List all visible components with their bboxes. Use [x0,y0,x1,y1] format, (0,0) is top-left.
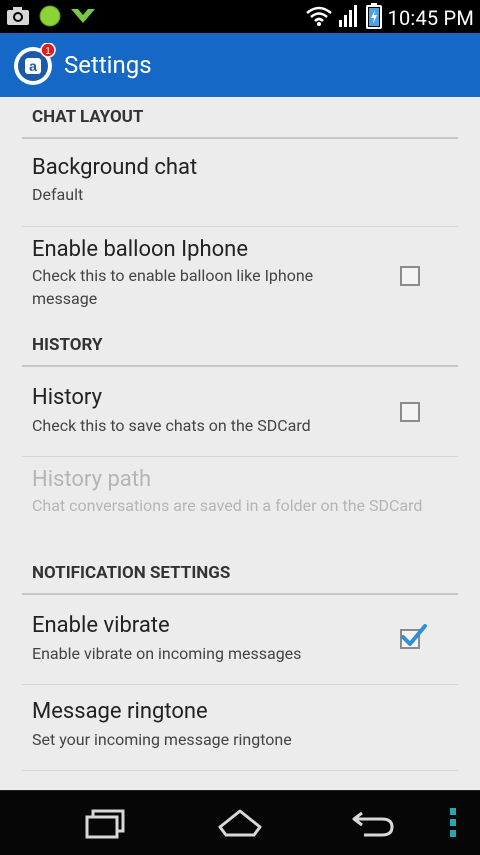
battery-charging-icon [365,3,382,33]
action-bar: a 1 Settings [0,33,480,97]
checkmark-icon [401,624,427,646]
pref-summary: Default [32,185,84,204]
pref-summary: Set your incoming message ringtone [32,730,292,749]
pref-summary: Check this to enable balloon like Iphone… [32,266,314,308]
pref-history[interactable]: History Check this to save chats on the … [22,385,458,457]
overflow-menu-icon[interactable] [448,807,458,843]
pref-message-ringtone[interactable]: Message ringtone Set your incoming messa… [22,699,458,771]
notification-badge: 1 [45,46,51,57]
vibrate-checkbox[interactable] [400,624,427,649]
pref-summary: Check this to save chats on the SDCard [32,416,311,435]
pref-title: History [32,385,102,410]
recent-apps-icon[interactable] [84,807,128,843]
pref-enable-vibrate[interactable]: Enable vibrate Enable vibrate on incomin… [22,613,458,685]
navigation-bar [0,790,480,855]
pref-background-chat[interactable]: Background chat Default [22,155,458,227]
section-header-notification-settings: NOTIFICATION SETTINGS [22,563,458,595]
wifi-icon [305,5,332,31]
download-icon [70,6,96,30]
pref-title: Background chat [32,155,198,180]
pref-enable-balloon[interactable]: Enable balloon Iphone Check this to enab… [22,237,458,325]
pref-title: Message ringtone [32,699,208,724]
section-header-history: HISTORY [22,335,458,367]
pref-title: Enable balloon Iphone [32,237,248,262]
pref-history-path: History path Chat conversations are save… [22,467,458,555]
balloon-checkbox[interactable] [400,266,420,286]
pref-title: History path [32,467,152,492]
pref-title: Enable vibrate [32,613,170,638]
page-title: Settings [64,51,152,79]
section-header-chat-layout: CHAT LAYOUT [22,107,458,139]
clock-time: 10:45 PM [387,6,474,30]
green-circle-icon [38,4,62,32]
app-logo-icon[interactable]: a 1 [12,42,56,87]
camera-icon [6,6,30,30]
svg-text:a: a [29,58,37,74]
history-checkbox[interactable] [400,402,420,422]
settings-list: CHAT LAYOUT Background chat Default Enab… [0,97,480,790]
status-bar: 10:45 PM [0,0,480,33]
home-icon[interactable] [216,807,264,843]
pref-summary: Enable vibrate on incoming messages [32,644,302,663]
pref-summary: Chat conversations are saved in a folder… [32,496,423,515]
back-icon[interactable] [350,807,396,843]
signal-icon [338,4,360,32]
